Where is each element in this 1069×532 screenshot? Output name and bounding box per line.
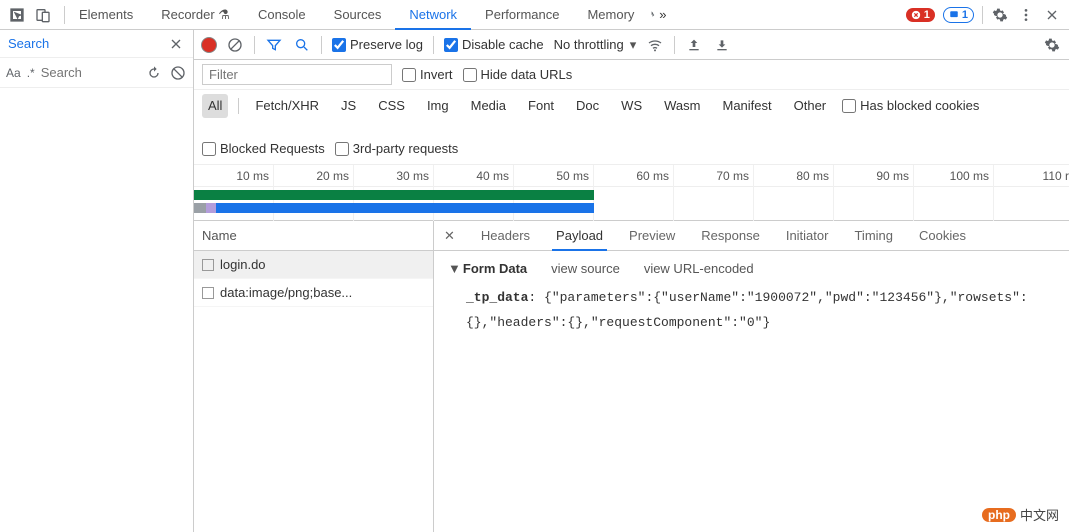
timeline-tick: 100 ms xyxy=(914,165,994,221)
tab-network[interactable]: Network xyxy=(395,0,471,30)
request-list: Name login.do data:image/png;base... xyxy=(194,221,434,532)
detail-tab-headers[interactable]: Headers xyxy=(477,221,534,251)
request-row[interactable]: login.do xyxy=(194,251,433,279)
timeline-bar-blue xyxy=(194,203,594,213)
timeline[interactable]: 10 ms 20 ms 30 ms 40 ms 50 ms 60 ms 70 m… xyxy=(194,165,1069,221)
detail-tab-preview[interactable]: Preview xyxy=(625,221,679,251)
detail-tab-initiator[interactable]: Initiator xyxy=(782,221,833,251)
section-toggle[interactable]: ▼Form Data xyxy=(448,261,527,276)
download-icon[interactable] xyxy=(713,36,731,54)
more-tabs-icon[interactable]: » xyxy=(648,6,666,24)
throttling-select[interactable]: No throttling ▾ xyxy=(554,37,637,53)
invert-checkbox[interactable]: Invert xyxy=(402,67,453,82)
request-name: login.do xyxy=(220,257,266,272)
close-devtools-icon[interactable] xyxy=(1043,6,1061,24)
sidebar-close-icon[interactable] xyxy=(167,35,185,53)
detail-tab-cookies[interactable]: Cookies xyxy=(915,221,970,251)
filter-icon[interactable] xyxy=(265,36,283,54)
timeline-tick: 110 r xyxy=(994,165,1069,221)
type-img[interactable]: Img xyxy=(421,94,455,118)
search-input[interactable] xyxy=(41,65,139,80)
type-other[interactable]: Other xyxy=(788,94,833,118)
third-party-checkbox[interactable]: 3rd-party requests xyxy=(335,138,459,160)
hide-data-urls-checkbox[interactable]: Hide data URLs xyxy=(463,67,573,82)
timeline-tick: 60 ms xyxy=(594,165,674,221)
file-icon xyxy=(202,259,214,271)
search-network-icon[interactable] xyxy=(293,36,311,54)
kebab-icon[interactable] xyxy=(1017,6,1035,24)
tab-memory[interactable]: Memory xyxy=(573,0,648,30)
type-doc[interactable]: Doc xyxy=(570,94,605,118)
timeline-tick: 80 ms xyxy=(754,165,834,221)
tab-recorder[interactable]: Recorder ⚗ xyxy=(147,0,244,30)
settings-icon[interactable] xyxy=(991,6,1009,24)
request-row[interactable]: data:image/png;base... xyxy=(194,279,433,307)
type-js[interactable]: JS xyxy=(335,94,362,118)
tab-performance[interactable]: Performance xyxy=(471,0,573,30)
match-case-icon[interactable]: Aa xyxy=(6,66,21,80)
view-source-link[interactable]: view source xyxy=(551,261,620,276)
timeline-tick: 70 ms xyxy=(674,165,754,221)
preserve-log-checkbox[interactable]: Preserve log xyxy=(332,37,423,52)
refresh-search-icon[interactable] xyxy=(145,64,163,82)
type-css[interactable]: CSS xyxy=(372,94,411,118)
detail-tab-timing[interactable]: Timing xyxy=(850,221,897,251)
clear-icon[interactable] xyxy=(226,36,244,54)
request-name: data:image/png;base... xyxy=(220,285,352,300)
type-ws[interactable]: WS xyxy=(615,94,648,118)
network-settings-icon[interactable] xyxy=(1043,36,1061,54)
list-header-name[interactable]: Name xyxy=(194,221,433,251)
inspect-icon[interactable] xyxy=(8,6,26,24)
type-wasm[interactable]: Wasm xyxy=(658,94,706,118)
clear-search-icon[interactable] xyxy=(169,64,187,82)
info-badge[interactable]: 1 xyxy=(943,7,974,23)
type-fetchxhr[interactable]: Fetch/XHR xyxy=(249,94,325,118)
timeline-bar-green xyxy=(194,190,594,200)
tab-elements[interactable]: Elements xyxy=(65,0,147,30)
filter-input[interactable] xyxy=(202,64,392,85)
file-icon xyxy=(202,287,214,299)
view-url-encoded-link[interactable]: view URL-encoded xyxy=(644,261,754,276)
regex-icon[interactable]: .* xyxy=(27,66,35,80)
sidebar-title: Search xyxy=(8,36,167,51)
blocked-requests-checkbox[interactable]: Blocked Requests xyxy=(202,138,325,160)
form-data-entry: _tp_data: {"parameters":{"userName":"190… xyxy=(448,286,1055,335)
error-badge[interactable]: 1 xyxy=(906,8,935,22)
type-all[interactable]: All xyxy=(202,94,228,118)
type-manifest[interactable]: Manifest xyxy=(716,94,777,118)
tab-console[interactable]: Console xyxy=(244,0,320,30)
detail-tab-response[interactable]: Response xyxy=(697,221,764,251)
search-sidebar: Search Aa .* xyxy=(0,30,194,532)
upload-icon[interactable] xyxy=(685,36,703,54)
type-media[interactable]: Media xyxy=(465,94,512,118)
type-font[interactable]: Font xyxy=(522,94,560,118)
device-icon[interactable] xyxy=(34,6,52,24)
flask-icon: ⚗ xyxy=(218,7,230,22)
watermark: php 中文网 xyxy=(982,505,1059,524)
timeline-tick: 90 ms xyxy=(834,165,914,221)
wifi-icon[interactable] xyxy=(646,36,664,54)
close-detail-icon[interactable]: ✕ xyxy=(440,228,459,244)
detail-tab-payload[interactable]: Payload xyxy=(552,221,607,251)
record-button[interactable] xyxy=(202,38,216,52)
has-blocked-cookies-checkbox[interactable]: Has blocked cookies xyxy=(842,95,979,117)
tab-sources[interactable]: Sources xyxy=(320,0,396,30)
disable-cache-checkbox[interactable]: Disable cache xyxy=(444,37,544,52)
